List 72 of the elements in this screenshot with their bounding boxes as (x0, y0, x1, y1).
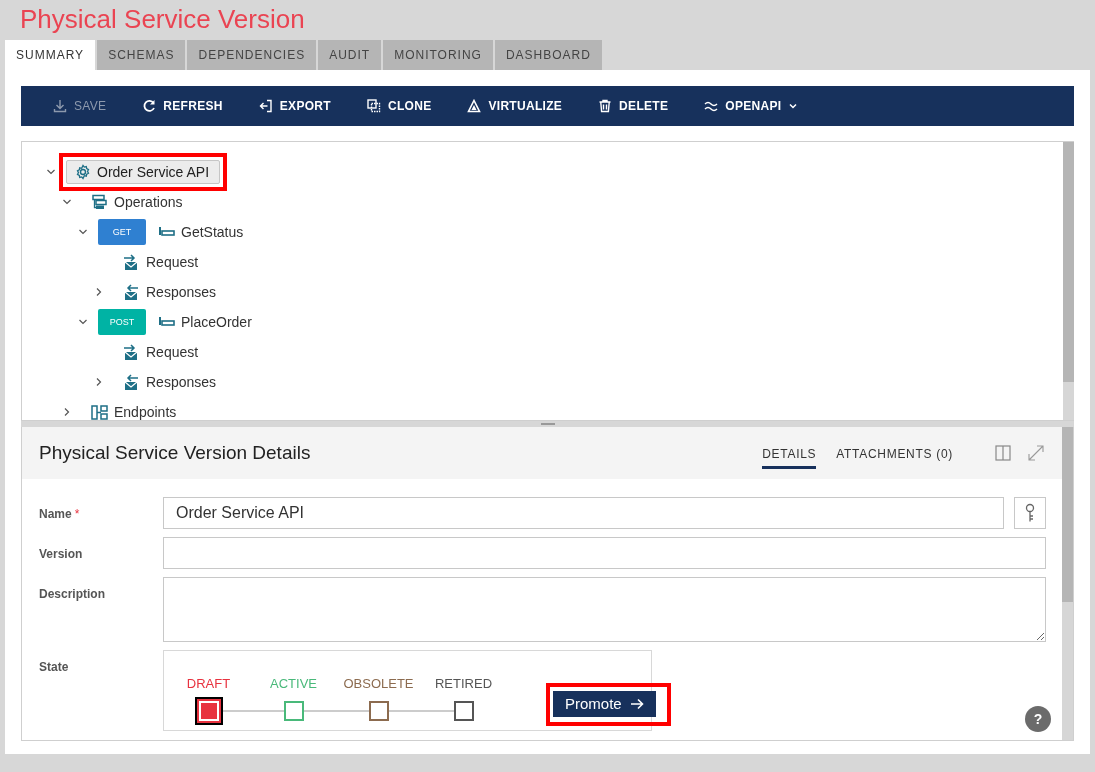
scrollbar[interactable] (1062, 427, 1073, 740)
envelope-in-icon (123, 343, 140, 361)
stacked-list-icon (91, 193, 108, 211)
chevron-right-icon[interactable] (94, 287, 104, 297)
tree-item[interactable]: Responses (146, 374, 217, 390)
method-badge: POST (98, 309, 146, 335)
tab[interactable]: DETAILS (762, 440, 817, 469)
tab[interactable]: DASHBOARD (494, 40, 602, 70)
toolbar-button[interactable]: REFRESH (142, 99, 223, 113)
tab[interactable]: DEPENDENCIES (187, 40, 317, 70)
scrollbar[interactable] (1063, 142, 1074, 420)
tree-item[interactable]: GetStatus (181, 224, 244, 240)
promote-button[interactable]: Promote (553, 690, 656, 717)
field-label: Version (39, 545, 84, 563)
tree-item[interactable]: Request (146, 254, 199, 270)
chevron-down-icon[interactable] (78, 227, 88, 237)
tree-item[interactable]: Operations (114, 194, 183, 210)
diagram-icon (91, 403, 108, 420)
triangle-icon (467, 99, 482, 113)
tree-item[interactable]: PlaceOrder (181, 314, 252, 330)
chevron-down-icon[interactable] (78, 317, 88, 327)
toolbar-button[interactable]: CLONE (366, 99, 432, 113)
settings-icon (75, 164, 91, 180)
method-badge: GET (98, 219, 146, 245)
stage-marker[interactable] (283, 700, 304, 721)
key-icon (1024, 502, 1036, 523)
stage-label: OBSOLETE (343, 675, 414, 691)
expand-icon[interactable] (1027, 444, 1045, 462)
download-icon (53, 99, 67, 113)
required-mark: * (74, 506, 80, 521)
tab[interactable]: MONITORING (383, 40, 493, 70)
tree-node-button[interactable]: Order Service API (66, 160, 221, 184)
chevron-down-icon[interactable] (46, 167, 56, 177)
field-label: State (39, 658, 70, 676)
clone-icon (366, 99, 381, 113)
envelope-in-icon (123, 253, 140, 271)
tree-item[interactable]: Endpoints (114, 404, 177, 420)
stage-marker[interactable] (368, 700, 389, 721)
tab[interactable]: SUMMARY (5, 40, 96, 70)
chevron-right-icon[interactable] (94, 377, 104, 387)
chevron-down-icon[interactable] (62, 197, 72, 207)
tab[interactable]: SCHEMAS (97, 40, 186, 70)
tree-item[interactable]: Request (146, 344, 199, 360)
toolbar-button[interactable]: EXPORT (258, 99, 331, 113)
refresh-icon (142, 99, 157, 113)
input-field[interactable]: Order Service API (163, 496, 1004, 529)
toolbar-button[interactable]: OPENAPI (704, 99, 799, 113)
field-label: Name (39, 506, 72, 521)
chevron-right-icon[interactable] (62, 407, 72, 417)
stage-marker[interactable] (196, 698, 221, 723)
arrow-right-icon (629, 697, 644, 710)
toolbar-button[interactable]: VIRTUALIZE (467, 99, 563, 113)
tree-item[interactable]: Responses (146, 284, 217, 300)
split-view-icon[interactable] (995, 445, 1011, 461)
page-title: Physical Service Version (19, 3, 305, 36)
help-button[interactable]: ? (1025, 706, 1051, 732)
export-icon (258, 99, 273, 113)
envelope-out-icon (123, 283, 140, 301)
input-field[interactable] (163, 536, 1046, 569)
tab[interactable]: AUDIT (318, 40, 382, 70)
toolbar-button[interactable]: DELETE (598, 99, 669, 113)
wave-icon (704, 99, 719, 113)
panel-title: Physical Service Version Details (39, 442, 312, 464)
key-button[interactable] (1014, 496, 1046, 529)
envelope-out-icon (123, 373, 140, 391)
stage-label: RETIRED (434, 675, 493, 691)
stage-label: ACTIVE (270, 675, 317, 691)
delete-icon (598, 99, 613, 113)
tab[interactable]: ATTACHMENTS (0) (836, 440, 953, 469)
field-label: Description (39, 585, 106, 603)
stage-label: DRAFT (186, 675, 231, 691)
stage-marker[interactable] (453, 700, 474, 721)
